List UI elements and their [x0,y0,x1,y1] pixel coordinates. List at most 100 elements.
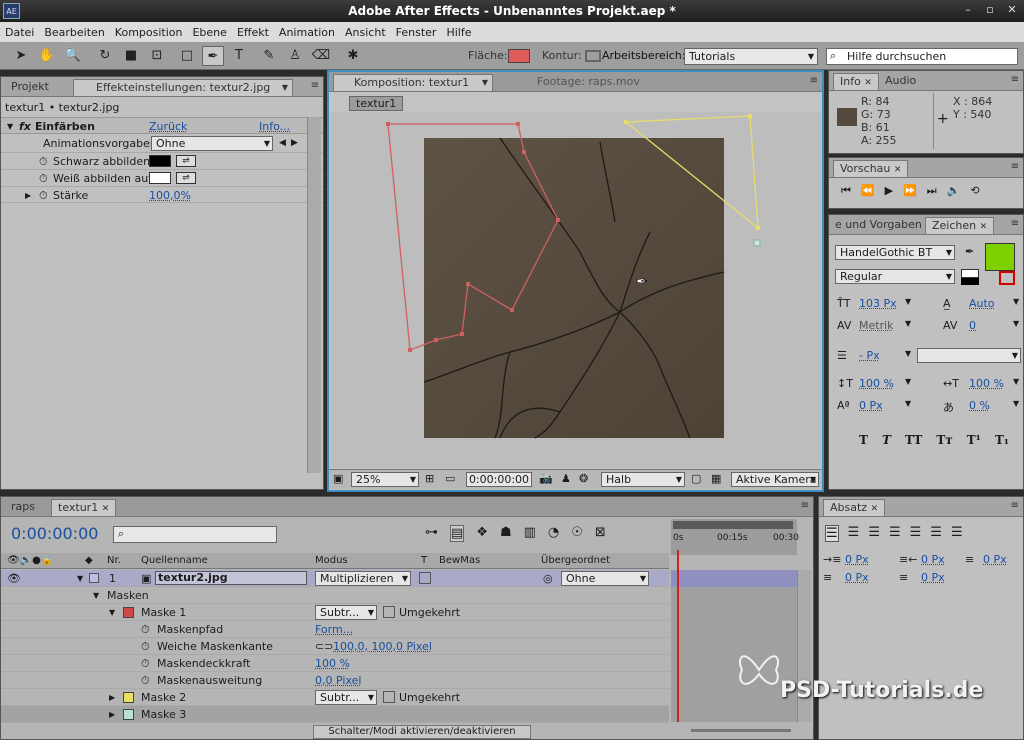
zoom-tool-icon[interactable]: 🔍 [62,46,84,66]
tab-project[interactable]: Projekt [5,79,55,96]
stroke-width-value[interactable]: - Px [859,349,880,362]
mask-expansion-row[interactable]: ⏱ Maskenausweitung 0,0 Pixel [1,672,669,689]
snapshot-icon[interactable]: 📷 [539,472,553,485]
menu-ebene[interactable]: Ebene [192,26,226,39]
layer-search-input[interactable]: ⌕ [113,526,277,543]
mask-2-row[interactable]: ▶ Maske 2 Subtr... Umgekehrt [1,689,669,706]
tab-character[interactable]: Zeichen ✕ [925,217,995,234]
chevron-down-icon[interactable]: ▼ [1013,399,1019,408]
menu-bearbeiten[interactable]: Bearbeiten [44,26,104,39]
next-preset-icon[interactable]: ▶ [291,135,298,152]
loop-icon[interactable]: ⟲ [970,184,979,198]
justify-center-icon[interactable]: ☰ [910,525,922,542]
shy-layers-icon[interactable]: ☗ [500,525,512,542]
chevron-down-icon[interactable]: ▼ [905,349,911,358]
frame-blending-icon[interactable]: ▥ [524,525,536,542]
stopwatch-icon[interactable]: ⏱ [39,170,48,187]
indent-first-value[interactable]: 0 Px [983,553,1007,566]
layer-row[interactable]: 👁 ▼ 1 ▣ textur2.jpg Multiplizieren ◎ Ohn… [1,570,669,587]
minimize-icon[interactable]: – [960,3,976,17]
menu-komposition[interactable]: Komposition [115,26,183,39]
chevron-down-icon[interactable]: ▼ [905,297,911,306]
mask-1-name[interactable]: Maske 1 [141,604,186,621]
fill-color-swatch[interactable] [508,49,530,63]
timeline-timecode[interactable]: 0:00:00:00 [11,524,98,543]
mask-3-vertex[interactable] [753,239,761,247]
mask-opacity-row[interactable]: ⏱ Maskendeckkraft 100 % [1,655,669,672]
expand-triangle-icon[interactable]: ▼ [7,118,13,135]
preset-select[interactable]: Ohne [151,136,273,151]
eraser-tool-icon[interactable]: ⌫ [310,46,332,66]
mask-opacity-value[interactable]: 100 % [315,655,350,672]
pan-behind-tool-icon[interactable]: ⊡ [146,46,168,66]
mask-3-color-swatch[interactable] [123,709,134,720]
masks-group-row[interactable]: ▼ Masken [1,587,669,604]
live-update-icon[interactable]: ▤ [450,525,465,542]
current-time-indicator[interactable] [677,550,679,722]
motion-blur-icon[interactable]: ◔ [548,525,559,542]
eyedropper-icon[interactable]: ⇌ [176,155,196,167]
selection-tool-icon[interactable]: ➤ [10,46,32,66]
stroke-swatch[interactable] [999,271,1015,285]
panel-menu-icon[interactable]: ≡ [1011,74,1019,85]
panel-menu-icon[interactable]: ≡ [1011,161,1019,172]
time-ruler[interactable]: 0s 00:15s 00:30 [671,519,799,555]
mask-1-row[interactable]: ▼ Maske 1 Subtr... Umgekehrt [1,604,669,621]
clone-stamp-tool-icon[interactable]: ♙ [284,46,306,66]
eye-icon[interactable]: 👁 [7,570,21,587]
rectangle-tool-icon[interactable]: □ [176,46,198,66]
close-icon[interactable]: ✕ [864,78,872,88]
font-family-select[interactable]: HandelGothic BT [835,245,955,260]
reset-link[interactable]: Zurück [149,118,187,135]
mask-expansion-value[interactable]: 0,0 Pixel [315,672,361,689]
mask-3-row[interactable]: ▶ Maske 3 [1,706,669,723]
next-frame-icon[interactable]: ⏩ [903,184,917,198]
work-area-bar[interactable] [673,521,793,529]
faux-italic-button[interactable]: T [882,433,891,447]
menu-fenster[interactable]: Fenster [396,26,437,39]
mask-2-name[interactable]: Maske 2 [141,689,186,706]
menu-hilfe[interactable]: Hilfe [446,26,471,39]
composition-mini-flowchart-icon[interactable]: ⊶ [425,525,438,542]
tab-info[interactable]: Info ✕ [833,73,879,90]
vertical-scale-value[interactable]: 100 % [859,377,894,390]
panel-menu-icon[interactable]: ≡ [1011,218,1019,229]
chevron-down-icon[interactable]: ▼ [1013,297,1019,306]
pen-tool-icon[interactable]: ✒ [202,46,224,66]
camera-select[interactable]: Aktive Kamera [731,472,819,487]
panel-menu-icon[interactable]: ≡ [1011,500,1019,511]
graph-editor-icon[interactable]: ⊠ [595,525,606,542]
stopwatch-icon[interactable]: ⏱ [39,153,48,170]
close-icon[interactable]: ✕ [894,165,902,175]
tracking-value[interactable]: 0 [969,319,976,332]
scrollbar[interactable] [307,117,321,473]
first-frame-icon[interactable]: ⏮ [841,184,851,198]
tab-footage[interactable]: Footage: raps.mov [531,74,646,91]
stopwatch-icon[interactable]: ⏱ [141,672,150,689]
prev-preset-icon[interactable]: ◀ [279,135,286,152]
chevron-down-icon[interactable]: ▼ [905,319,911,328]
justify-left-icon[interactable]: ☰ [889,525,901,542]
chevron-down-icon[interactable]: ▼ [1013,377,1019,386]
last-frame-icon[interactable]: ⏭ [927,184,937,198]
info-link[interactable]: Info... [259,118,290,135]
justify-right-icon[interactable]: ☰ [930,525,942,542]
safe-zones-icon[interactable]: ⊞ [425,472,434,485]
close-icon[interactable]: ✕ [102,504,110,514]
chevron-down-icon[interactable]: ▼ [905,399,911,408]
comp-breadcrumb[interactable]: textur1 [349,96,404,111]
space-before-value[interactable]: 0 Px [845,571,869,584]
layer-duration-bar[interactable] [671,570,797,587]
close-icon[interactable]: ✕ [871,504,879,514]
label-color-swatch[interactable] [89,573,99,583]
font-style-select[interactable]: Regular [835,269,955,284]
stopwatch-icon[interactable]: ⏱ [141,655,150,672]
mask-1-mode-select[interactable]: Subtr... [315,605,377,620]
close-icon[interactable]: ✕ [1004,3,1020,17]
all-caps-button[interactable]: TT [905,433,922,447]
stopwatch-icon[interactable]: ⏱ [141,621,150,638]
tab-effect-controls[interactable]: Effekteinstellungen: textur2.jpg ▼ [73,79,293,96]
align-right-icon[interactable]: ☰ [868,525,880,542]
stopwatch-icon[interactable]: ⏱ [141,638,150,655]
stopwatch-icon[interactable]: ⏱ [39,187,48,204]
